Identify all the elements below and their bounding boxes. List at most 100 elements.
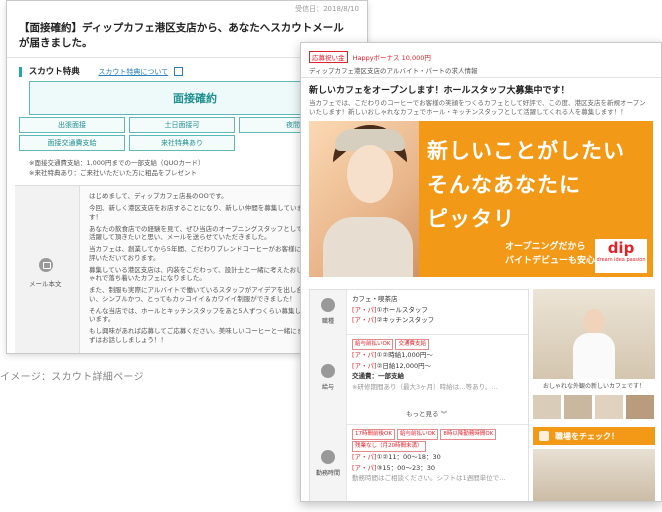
pay-line-1-prefix: [ア・パ] <box>352 351 377 359</box>
salary-values: 給与前払いOK 交通費支給 [ア・パ]①②時給1,000円～ [ア・パ]②日給12… <box>352 338 498 392</box>
clock-icon <box>321 450 335 464</box>
job-info-table: 職種 カフェ・喫茶店 [ア・パ]①ホールスタッフ [ア・パ]②キッチンスタッフ … <box>309 289 529 501</box>
banner-headline-2: そんなあなたに <box>427 173 581 197</box>
pay-line-1-text: ①②時給1,000円～ <box>376 351 433 359</box>
hours-chip: 残業なし（月20時間未満） <box>352 441 426 452</box>
bonus-row: 応募祝い金 Happyボーナス 10,000円 <box>309 51 431 63</box>
pay-chip: 交通費支給 <box>395 339 429 350</box>
mail-paragraph: 当カフェは、創業してから5年間、こだわりブレンドコーヒーがお客様に好評いただいて… <box>89 245 308 262</box>
dip-logo-mark: dip <box>607 239 635 257</box>
show-more-link[interactable]: もっと見る ︾ <box>406 408 447 418</box>
photo-thumbnails <box>533 395 655 419</box>
workplace-photo[interactable] <box>533 449 655 501</box>
image-caption: イメージ：スカウト詳細ページ <box>0 372 144 383</box>
hours-chip: 給与前払いOK <box>396 429 439 440</box>
salary-label: 給与 <box>321 384 334 391</box>
received-date: 受信日：2018/8/10 <box>295 5 359 13</box>
photo-shirt <box>323 217 413 277</box>
scout-benefits-label: スカウト特典 <box>28 67 80 77</box>
mail-paragraph: そんな当店では、ホールとキッチンスタッフをあと5人ずつくらい募集しています。 <box>89 306 308 324</box>
chevron-down-icon: ︾ <box>440 410 448 418</box>
check-workplace-label: 職場をチェック！ <box>555 431 619 441</box>
banner-sub-2: バイトデビューも安心 <box>505 256 596 266</box>
scout-benefits-header: スカウト特典 スカウト特典について <box>19 65 183 77</box>
bonus-badge: 応募祝い金 <box>309 51 348 63</box>
pay-line-1: [ア・パ]①②時給1,000円～ <box>352 350 498 361</box>
note-gift: ※来社特典あり：ご来社いただいた方に粗品をプレゼント <box>29 169 197 177</box>
mail-paragraph: 募集している港区支店は、内装をこだわって、設計士と一緒に考えたおしゃれで落ち着い… <box>89 265 303 283</box>
tag-business-trip-interview: 出張面接 <box>19 117 125 133</box>
bonus-amount: Happyボーナス 10,000円 <box>352 54 431 62</box>
mail-label: メール本文 <box>29 280 62 288</box>
pay-line-2: [ア・パ]②日給12,000円～ <box>352 361 498 372</box>
banner-sub-1: オープニングだから <box>505 242 586 252</box>
tag-weekend-interview: 土日面接可 <box>129 117 235 133</box>
pay-line-2-text: ②日給12,000円～ <box>376 361 432 370</box>
briefcase-icon <box>321 298 335 312</box>
photo-sidebar: おしゃれな外観の新しいカフェです！ 職場をチェック！ <box>533 289 655 501</box>
hours-line-2-text: ③15：00～23：30 <box>376 463 435 472</box>
section-bar-icon <box>19 66 22 77</box>
hours-chip: 8時以降勤務時間OK <box>440 429 497 440</box>
hours-note: 勤務時間はご相談ください。シフトは1週間単位で… <box>352 474 506 483</box>
salary-key: 給与 <box>310 334 347 424</box>
check-workplace-header: 職場をチェック！ <box>533 427 655 445</box>
job-subtitle: ディップカフェ港区支店のアルバイト・パートの求人情報 <box>309 67 478 75</box>
thumbnail[interactable] <box>595 395 623 419</box>
mail-paragraph: もし興味があれば応募してご応募ください。美味しいコーヒーと一緒にまずはお話ししま… <box>89 327 304 345</box>
hours-line-1-prefix: [ア・パ] <box>352 453 377 461</box>
hero-banner: 新しいことがしたい そんなあなたに ピッタリ オープニングだから バイトデビュー… <box>309 121 653 277</box>
job-type-label: 職種 <box>321 318 334 325</box>
hours-values: 17時間前後OK 給与前払いOK 8時以降勤務時間OK 残業なし（月20時間未満） … <box>352 428 506 484</box>
job-type-values: カフェ・喫茶店 [ア・パ]①ホールスタッフ [ア・パ]②キッチンスタッフ <box>352 294 434 326</box>
camera-icon <box>539 431 549 441</box>
mail-body: はじめまして、ディップカフェ店長のOOです。 今回、新しく港区支店をお店すること… <box>89 192 309 348</box>
mail-paragraph: また、制服も実際にアルバイトで働いているスタッフがアイデアを出し合い、シンプルか… <box>89 286 303 303</box>
tag-transport-fee: 面接交通費支給 <box>19 135 125 151</box>
thumbnail[interactable] <box>626 395 654 419</box>
job-title: 新しいカフェをオープンします！ホールスタッフ大募集中です！ <box>309 86 570 96</box>
banner-headline-3: ピッタリ <box>427 207 515 231</box>
mail-label-column: メール本文 <box>15 186 80 353</box>
pay-note: ※研修期間あり（最大3ヶ月）時給は…等あり。… <box>352 382 498 391</box>
transport-fee: 交通費：一部支給 <box>352 372 404 381</box>
show-more-label: もっと見る <box>406 410 439 418</box>
thumbnail[interactable] <box>533 395 561 419</box>
job-item-1: [ア・パ]①ホールスタッフ <box>352 305 434 316</box>
hours-line-2: [ア・パ]③15：00～23：30 <box>352 463 506 474</box>
divider <box>301 77 661 78</box>
note-transport: ※面接交通費支給：1,000円までの一部支給（QUOカード） <box>29 159 205 167</box>
dip-logo: dip dream idea passion <box>595 239 647 273</box>
mail-paragraph: あなたの飲食店での経験を見て、ぜひ当店のオープニングスタッフとして活躍して頂きた… <box>89 224 303 242</box>
mail-paragraph: はじめまして、ディップカフェ店長のOOです。 <box>89 192 228 200</box>
job-detail-page: 応募祝い金 Happyボーナス 10,000円 ディップカフェ港区支店のアルバイ… <box>300 42 662 502</box>
mail-icon <box>39 258 53 272</box>
hours-line-1-text: ①②11：00～18：30 <box>376 453 441 461</box>
yen-icon <box>321 364 335 378</box>
hours-line-2-prefix: [ア・パ] <box>352 463 377 472</box>
hours-chip: 17時間前後OK <box>352 429 395 440</box>
job-description: 当カフェでは、こだわりのコーヒーでお客様の笑顔をつくるカフェとして好評で、この度… <box>309 99 646 116</box>
job-category: カフェ・喫茶店 <box>352 295 398 303</box>
banner-headline-1: 新しいことがしたい <box>427 139 625 163</box>
hours-line-1: [ア・パ]①②11：00～18：30 <box>352 452 506 463</box>
staff-photo <box>309 121 419 277</box>
hours-key: 勤務時間 <box>310 424 347 501</box>
salary-row: 給与 給与前払いOK 交通費支給 [ア・パ]①②時給1,000円～ [ア・パ]②日… <box>310 334 528 425</box>
hours-label: 勤務時間 <box>315 470 340 477</box>
scout-benefits-link[interactable]: スカウト特典について <box>98 68 168 76</box>
cafe-staff-photo[interactable] <box>533 289 655 379</box>
job-item-2-prefix: [ア・パ] <box>352 316 377 325</box>
job-type-row: 職種 カフェ・喫茶店 [ア・パ]①ホールスタッフ [ア・パ]②キッチンスタッフ <box>310 290 528 335</box>
thumbnail[interactable] <box>564 395 592 419</box>
job-item-1-prefix: [ア・パ] <box>352 305 377 314</box>
job-item-2-text: ②キッチンスタッフ <box>376 316 435 325</box>
hours-row: 勤務時間 17時間前後OK 給与前払いOK 8時以降勤務時間OK 残業なし（月20時… <box>310 424 528 501</box>
external-link-icon[interactable] <box>173 67 183 76</box>
job-item-2: [ア・パ]②キッチンスタッフ <box>352 315 434 326</box>
photo-face <box>347 145 393 203</box>
photo-person <box>583 309 605 335</box>
photo-caption: おしゃれな外観の新しいカフェです！ <box>542 383 645 390</box>
dip-logo-tagline: dream idea passion <box>596 257 646 263</box>
tag-visit-gift: 来社特典あり <box>129 135 235 151</box>
